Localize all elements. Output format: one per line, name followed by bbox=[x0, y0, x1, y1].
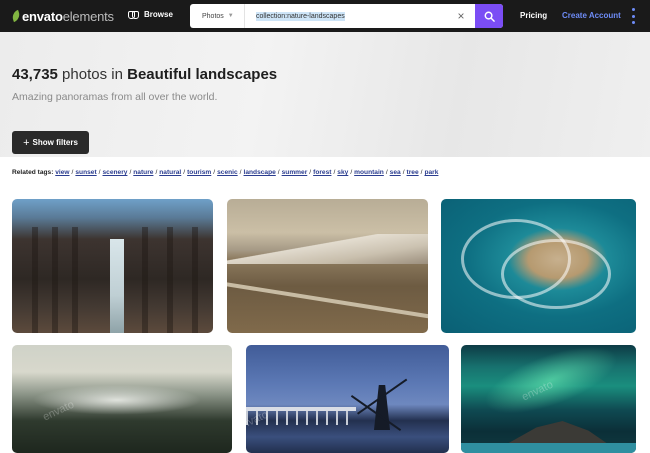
tag-separator: / bbox=[385, 169, 388, 176]
tag-link[interactable]: scenic bbox=[217, 169, 238, 176]
tag-link[interactable]: tree bbox=[407, 169, 419, 176]
photo-tile[interactable] bbox=[12, 199, 213, 333]
tag-separator: / bbox=[213, 169, 216, 176]
show-filters-label: Show filters bbox=[32, 138, 78, 147]
page-title: 43,735 photos in Beautiful landscapes bbox=[12, 66, 277, 83]
tag-separator: / bbox=[333, 169, 336, 176]
tag-link[interactable]: mountain bbox=[354, 169, 384, 176]
tag-separator: / bbox=[350, 169, 353, 176]
binoculars-icon bbox=[128, 10, 139, 19]
collection-subtitle: Amazing panoramas from all over the worl… bbox=[12, 91, 218, 103]
result-count: 43,735 bbox=[12, 66, 58, 83]
tag-link[interactable]: sea bbox=[390, 169, 401, 176]
related-tags-label: Related tags: bbox=[12, 169, 54, 176]
logo-brand-text: envato bbox=[22, 8, 63, 24]
tag-link[interactable]: nature bbox=[133, 169, 153, 176]
browse-button[interactable]: Browse bbox=[128, 10, 173, 19]
tag-separator: / bbox=[239, 169, 242, 176]
waterfall-shape bbox=[110, 239, 124, 333]
tag-separator: / bbox=[402, 169, 405, 176]
plus-icon: + bbox=[23, 136, 30, 149]
tag-link[interactable]: tourism bbox=[187, 169, 211, 176]
create-account-link[interactable]: Create Account bbox=[562, 11, 621, 20]
logo-product-text: elements bbox=[62, 8, 114, 24]
category-dropdown[interactable]: Photos ▼ bbox=[190, 4, 245, 28]
tag-link[interactable]: scenery bbox=[103, 169, 128, 176]
photo-tile[interactable]: envato bbox=[461, 345, 636, 453]
tag-separator: / bbox=[98, 169, 101, 176]
tag-separator: / bbox=[183, 169, 186, 176]
tag-separator: / bbox=[129, 169, 132, 176]
leaf-icon bbox=[10, 9, 22, 23]
mountain-shape bbox=[227, 234, 428, 264]
browse-label: Browse bbox=[144, 10, 173, 19]
envato-elements-logo[interactable]: envatoelements bbox=[10, 8, 114, 24]
tag-link[interactable]: park bbox=[424, 169, 438, 176]
tag-link[interactable]: sunset bbox=[75, 169, 96, 176]
tag-separator: / bbox=[309, 169, 312, 176]
clear-search-icon[interactable]: × bbox=[455, 10, 467, 22]
photo-tile[interactable] bbox=[227, 199, 428, 333]
photo-tile[interactable]: envato bbox=[246, 345, 449, 453]
search-icon bbox=[484, 11, 495, 22]
tag-link[interactable]: summer bbox=[282, 169, 308, 176]
related-tags-list: view / sunset / scenery / nature / natural / touri… bbox=[55, 169, 438, 176]
top-navigation-bar: envatoelements Browse Photos ▼ collectio… bbox=[0, 0, 650, 32]
category-selected-value: Photos bbox=[202, 12, 224, 20]
related-tags: Related tags: view / sunset / scenery / nature… bbox=[12, 169, 438, 176]
tag-separator: / bbox=[71, 169, 74, 176]
tag-separator: / bbox=[277, 169, 280, 176]
tag-link[interactable]: sky bbox=[337, 169, 348, 176]
tag-separator: / bbox=[420, 169, 423, 176]
search-button[interactable] bbox=[475, 4, 503, 28]
search-bar: Photos ▼ collection:nature-landscapes × bbox=[190, 4, 503, 28]
search-query-text: collection:nature-landscapes bbox=[256, 11, 345, 21]
collection-name: Beautiful landscapes bbox=[127, 66, 278, 83]
more-menu-icon[interactable] bbox=[632, 8, 636, 24]
show-filters-button[interactable]: + Show filters bbox=[12, 131, 89, 154]
tag-link[interactable]: forest bbox=[313, 169, 331, 176]
pricing-link[interactable]: Pricing bbox=[520, 11, 547, 20]
road-shape bbox=[227, 281, 428, 321]
tag-link[interactable]: view bbox=[55, 169, 69, 176]
photo-tile[interactable]: envato bbox=[12, 345, 232, 453]
title-connector: photos in bbox=[57, 66, 128, 83]
photo-tile[interactable] bbox=[441, 199, 636, 333]
search-input[interactable]: collection:nature-landscapes bbox=[248, 4, 453, 28]
tag-link[interactable]: natural bbox=[159, 169, 181, 176]
tag-link[interactable]: landscape bbox=[244, 169, 276, 176]
chevron-down-icon: ▼ bbox=[227, 13, 234, 19]
tag-separator: / bbox=[155, 169, 158, 176]
